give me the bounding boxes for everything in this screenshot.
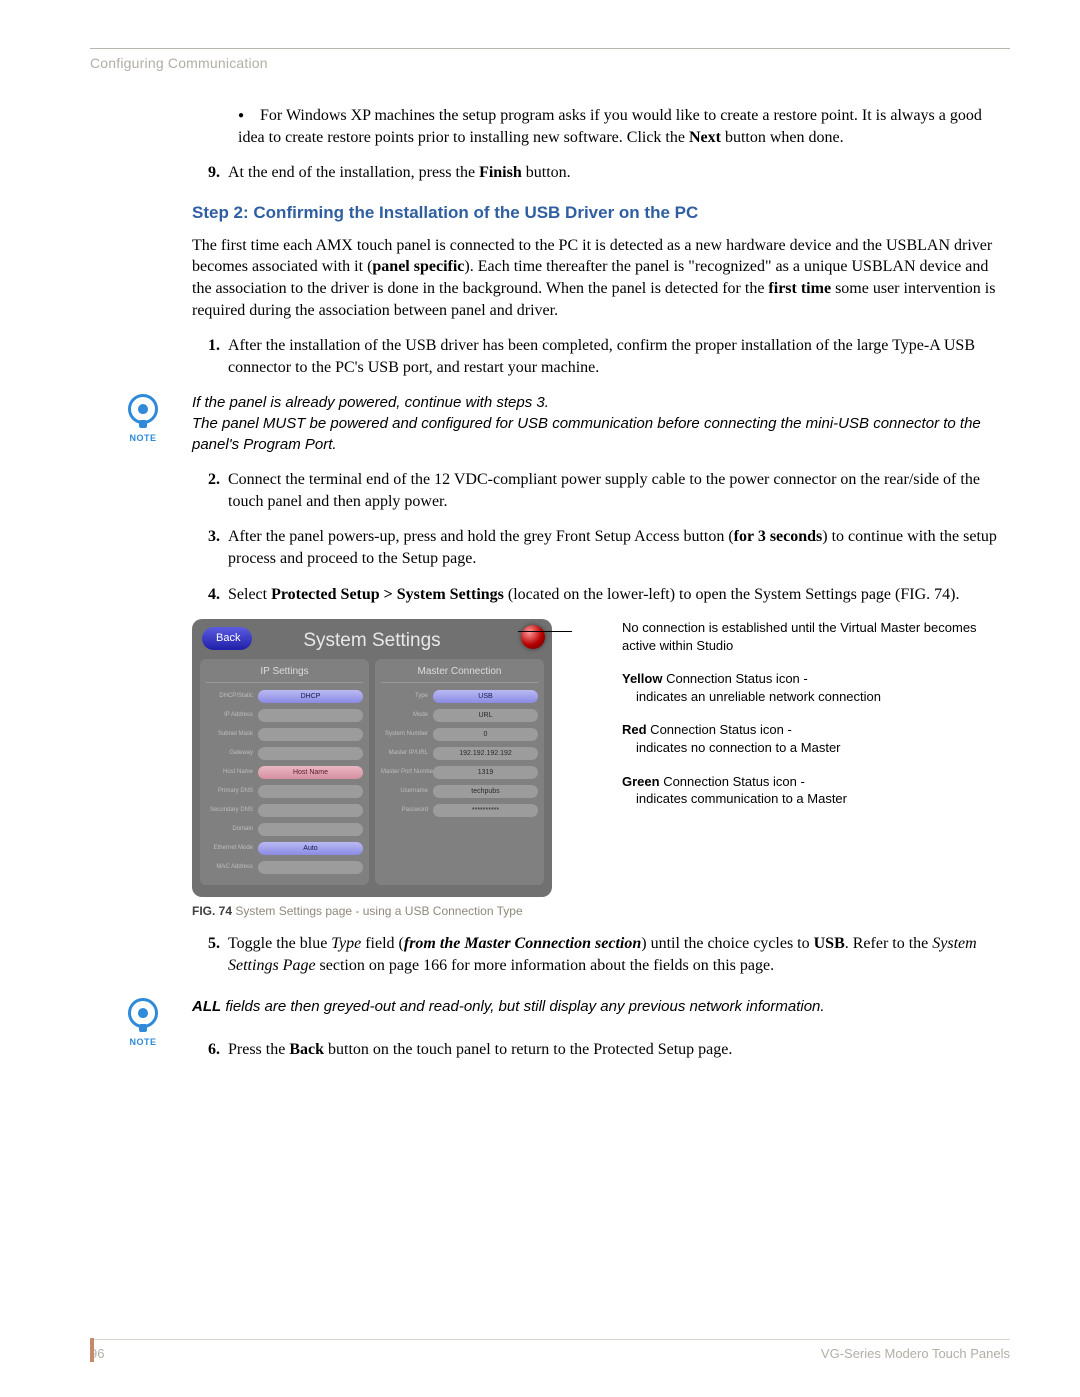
field-value [258,728,363,741]
field-value: 0 [433,728,538,741]
list-item-4: 4. Select Protected Setup > System Setti… [192,584,1010,606]
field-label: Primary DNS [206,787,258,795]
panel-title: System Settings [303,628,440,654]
field-value[interactable]: DHCP [258,690,363,703]
field-label: Host Name [206,768,258,776]
field-value [258,747,363,760]
settings-row: Primary DNS [206,784,363,799]
field-value [258,861,363,874]
settings-row: Host NameHost Name [206,765,363,780]
field-label: IP Address [206,711,258,719]
settings-row: Subnet Mask [206,727,363,742]
lightbulb-icon [128,998,158,1028]
field-value: techpubs [433,785,538,798]
field-label: Master IP/URL [381,749,433,757]
settings-row: TypeUSB [381,689,538,704]
field-value[interactable]: Host Name [258,766,363,779]
field-value [258,785,363,798]
settings-row: MAC Address [206,860,363,875]
system-settings-panel: Back System Settings IP Settings DHCP/St… [192,619,552,897]
field-value: ********** [433,804,538,817]
figure-74: Back System Settings IP Settings DHCP/St… [192,619,1010,897]
connection-status-icon [521,625,545,649]
figure-caption: FIG. 74 System Settings page - using a U… [192,903,1010,919]
lightbulb-icon [128,394,158,424]
settings-row: Domain [206,822,363,837]
page-footer: 96 VG-Series Modero Touch Panels [90,1339,1010,1361]
settings-row: Usernametechpubs [381,784,538,799]
figure-callouts: No connection is established until the V… [552,619,1010,897]
field-label: Master Port Number [381,768,433,776]
section-header: Configuring Communication [90,55,1010,71]
field-value[interactable]: USB [433,690,538,703]
ip-settings-column: IP Settings DHCP/StaticDHCPIP AddressSub… [200,659,369,885]
field-value [258,804,363,817]
step-9: 9. At the end of the installation, press… [192,162,1010,184]
settings-row: Password********** [381,803,538,818]
field-label: Ethernet Mode [206,844,258,852]
step-2-heading: Step 2: Confirming the Installation of t… [90,202,1010,225]
settings-row: IP Address [206,708,363,723]
bullet-restore-point: For Windows XP machines the setup progra… [238,105,1010,148]
field-value [258,823,363,836]
note-block-1: NOTE If the panel is already powered, co… [192,392,1010,455]
field-label: Password [381,806,433,814]
list-item-6: 6. Press the Back button on the touch pa… [192,1039,1010,1061]
field-value [258,709,363,722]
field-label: DHCP/Static [206,692,258,700]
field-value: 192.192.192.192 [433,747,538,760]
settings-row: Master Port Number1319 [381,765,538,780]
intro-paragraph: The first time each AMX touch panel is c… [90,235,1010,321]
settings-row: ModeURL [381,708,538,723]
list-item-2: 2. Connect the terminal end of the 12 VD… [192,469,1010,512]
list-item-5: 5. Toggle the blue Type field (from the … [192,933,1010,976]
note-block-2: NOTE ALL fields are then greyed-out and … [192,996,1010,1017]
settings-row: Gateway [206,746,363,761]
note-icon: NOTE [120,394,166,444]
field-label: Type [381,692,433,700]
field-value: URL [433,709,538,722]
list-item-1: 1. After the installation of the USB dri… [192,335,1010,378]
settings-row: System Number0 [381,727,538,742]
note-icon: NOTE [120,998,166,1048]
field-label: Mode [381,711,433,719]
settings-row: DHCP/StaticDHCP [206,689,363,704]
field-label: Username [381,787,433,795]
settings-row: Master IP/URL192.192.192.192 [381,746,538,761]
field-label: System Number [381,730,433,738]
field-value[interactable]: Auto [258,842,363,855]
back-button[interactable]: Back [202,627,252,650]
settings-row: Ethernet ModeAuto [206,841,363,856]
field-label: Domain [206,825,258,833]
field-label: Gateway [206,749,258,757]
master-connection-column: Master Connection TypeUSBModeURLSystem N… [375,659,544,885]
field-label: Secondary DNS [206,806,258,814]
settings-row: Secondary DNS [206,803,363,818]
field-value: 1319 [433,766,538,779]
field-label: Subnet Mask [206,730,258,738]
field-label: MAC Address [206,863,258,871]
list-item-3: 3. After the panel powers-up, press and … [192,526,1010,569]
footer-title: VG-Series Modero Touch Panels [821,1346,1010,1361]
